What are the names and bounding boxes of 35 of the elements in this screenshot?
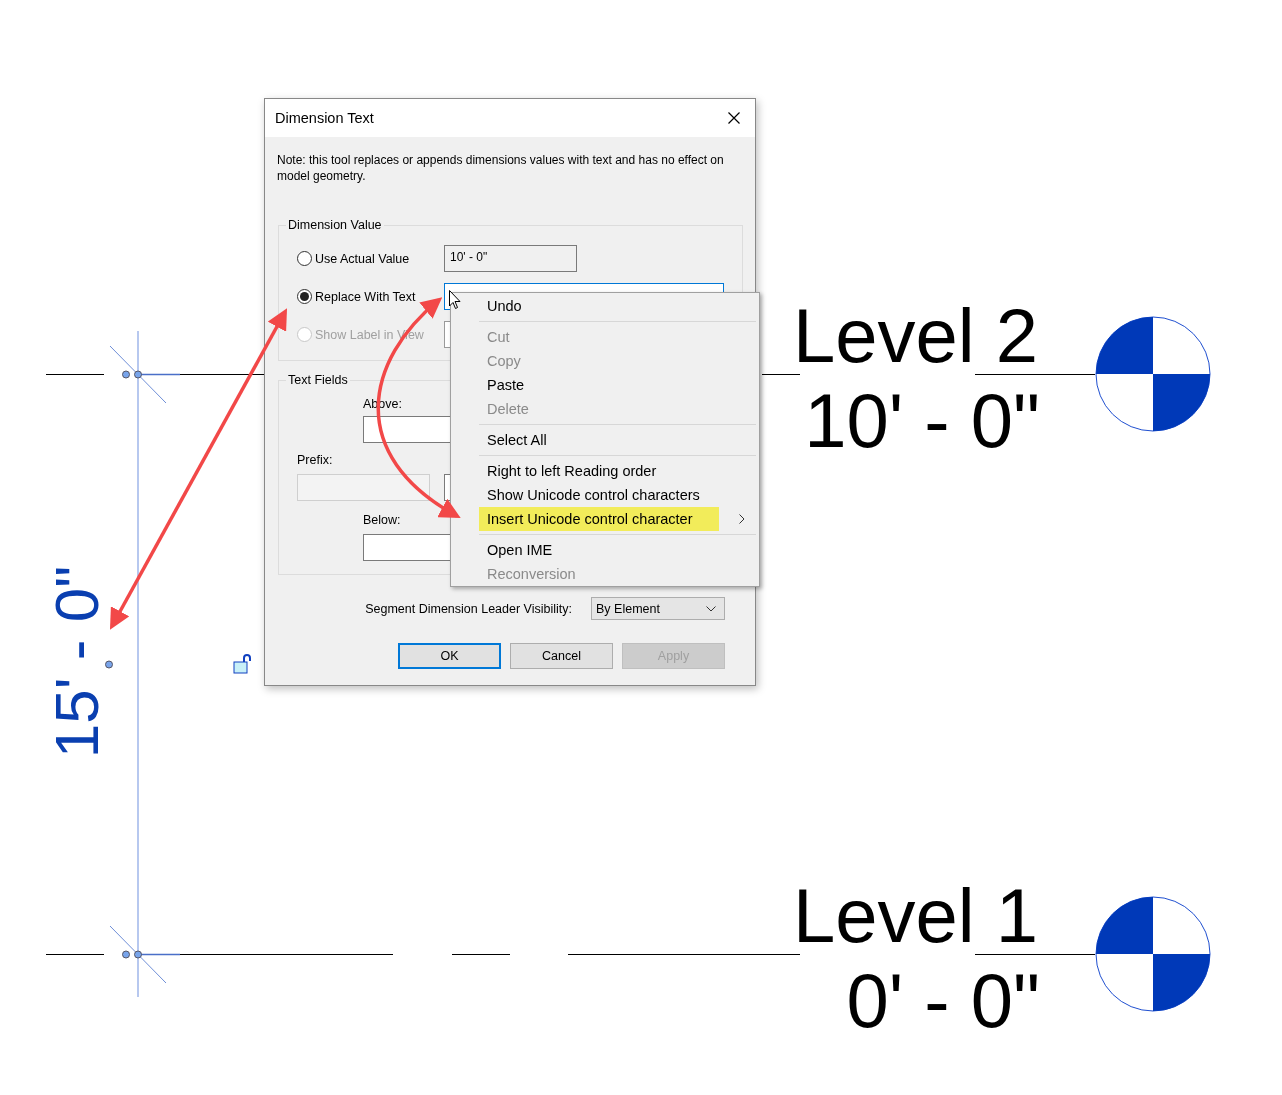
tick-mark (109, 345, 167, 404)
menu-item[interactable]: Select All (479, 428, 759, 452)
level-head-icon (1095, 896, 1211, 1012)
level-name: Level 2 (792, 298, 1038, 374)
level-elevation: 10' - 0" (804, 383, 1040, 459)
close-icon[interactable] (728, 112, 740, 124)
radio-button[interactable]: Use Actual Value (297, 251, 444, 266)
input-field[interactable]: 10' - 0" (444, 245, 577, 272)
window-title: Dimension Text (275, 110, 374, 126)
chevron-down-icon (706, 605, 716, 612)
field-label: Below: (363, 513, 401, 527)
menu-item[interactable]: Open IME (479, 538, 759, 562)
lock-icon[interactable] (233, 654, 251, 674)
note-text: Note: this tool replaces or appends dimensions values with text and has no effect on model geometry. (277, 152, 725, 184)
menu-item[interactable]: Undo (479, 294, 759, 318)
dialog-button[interactable]: Cancel (510, 643, 613, 669)
tick-mark (109, 925, 167, 984)
dropdown[interactable]: By Element (591, 597, 725, 620)
radio-button[interactable]: Replace With Text (297, 289, 444, 304)
grip-handle[interactable] (122, 950, 142, 959)
menu-item[interactable]: Show Unicode control characters (479, 483, 759, 507)
chevron-right-icon (739, 514, 745, 524)
group-title: Text Fields (286, 373, 350, 387)
group-title: Dimension Value (286, 218, 384, 232)
level-elevation: 0' - 0" (846, 963, 1040, 1039)
level-head-icon (1095, 316, 1211, 432)
level-name: Level 1 (792, 878, 1038, 954)
dimension-value: 15' - 0" (46, 565, 108, 759)
grip-handle[interactable] (122, 370, 142, 379)
grip-handle[interactable] (105, 660, 113, 669)
field-label: Segment Dimension Leader Visibility: (365, 601, 572, 616)
field-label: Prefix: (297, 453, 333, 467)
menu-item[interactable]: Right to left Reading order (479, 459, 759, 483)
dialog-button[interactable]: OK (398, 643, 501, 669)
menu-item[interactable]: Paste (479, 373, 759, 397)
